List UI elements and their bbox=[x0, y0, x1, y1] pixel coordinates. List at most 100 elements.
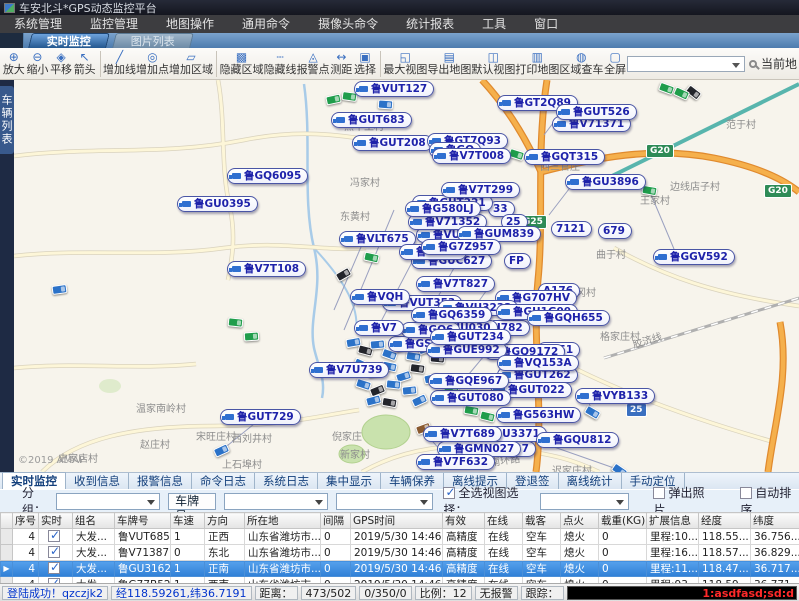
vehicle-label[interactable]: 鲁GQ6359 bbox=[411, 307, 492, 323]
vehicle-label[interactable]: 鲁GUT729 bbox=[220, 409, 301, 425]
bottom-tab[interactable]: 系统日志 bbox=[255, 473, 318, 489]
bottom-tab[interactable]: 收到信息 bbox=[66, 473, 129, 489]
vehicle-marker[interactable] bbox=[402, 385, 418, 396]
toolbar-button-max-view[interactable]: ◱最大视图 bbox=[383, 51, 427, 76]
plate-number-button[interactable]: 车牌号 bbox=[168, 493, 216, 510]
vehicle-label[interactable]: 鲁V7U739 bbox=[309, 362, 389, 378]
search-icon[interactable] bbox=[749, 60, 757, 68]
vehicle-label[interactable]: 鲁VUT127 bbox=[354, 81, 434, 97]
vehicle-label[interactable]: 鲁GUT683 bbox=[331, 112, 412, 128]
menu-item[interactable]: 摄像头命令 bbox=[304, 15, 392, 33]
menu-item[interactable]: 系统管理 bbox=[0, 15, 76, 33]
toolbar-button-zoom-in[interactable]: ⊕放大 bbox=[2, 51, 26, 76]
toolbar-button-default-view[interactable]: ◫默认视图 bbox=[471, 51, 515, 76]
column-header[interactable]: 扩展信息 bbox=[647, 513, 699, 529]
column-header[interactable]: 点火 bbox=[561, 513, 599, 529]
vehicle-label[interactable]: 鲁V7T299 bbox=[441, 182, 520, 198]
column-header[interactable]: 组名 bbox=[73, 513, 115, 529]
menu-item[interactable]: 统计报表 bbox=[392, 15, 468, 33]
bottom-tab[interactable]: 离线统计 bbox=[559, 473, 622, 489]
vehicle-label[interactable]: 7121 bbox=[551, 221, 592, 237]
bottom-tab[interactable]: 集中显示 bbox=[318, 473, 381, 489]
table-row[interactable]: 4大发...鲁V713870东北山东省潍坊市...02019/5/30 14:4… bbox=[1, 545, 799, 561]
group-select[interactable] bbox=[56, 493, 161, 510]
vehicle-label[interactable]: 鲁V7T008 bbox=[432, 148, 511, 164]
toolbar-button-zoom-out[interactable]: ⊖缩小 bbox=[26, 51, 50, 76]
column-header[interactable]: 有效 bbox=[443, 513, 485, 529]
column-header[interactable]: 在线 bbox=[485, 513, 523, 529]
toolbar-button-fullscreen[interactable]: ▢全屏 bbox=[603, 51, 627, 76]
vehicle-label[interactable]: 鲁V7T827 bbox=[416, 276, 495, 292]
plate-select-2[interactable] bbox=[336, 493, 433, 510]
toolbar-button-area-search[interactable]: ◍区域查车 bbox=[559, 51, 603, 76]
toolbar-button-arrow-cursor[interactable]: ↖箭头 bbox=[73, 51, 97, 76]
column-header[interactable]: 车牌号 bbox=[115, 513, 171, 529]
vehicle-label[interactable]: 鲁GQH655 bbox=[527, 310, 610, 326]
toolbar-button-measure-distance[interactable]: ↔测距 bbox=[330, 51, 354, 76]
vehicle-label[interactable]: 鲁GQ6095 bbox=[227, 168, 308, 184]
column-header[interactable]: 纬度 bbox=[751, 513, 799, 529]
column-header[interactable]: 间隔 bbox=[321, 513, 351, 529]
vehicle-marker[interactable] bbox=[228, 317, 244, 328]
vehicle-label[interactable]: 鲁GQT315 bbox=[524, 149, 605, 165]
menu-item[interactable]: 地图操作 bbox=[152, 15, 228, 33]
toolbar-button-hide-area[interactable]: ▩隐藏区域 bbox=[220, 51, 264, 76]
vehicle-marker[interactable] bbox=[409, 363, 425, 374]
toolbar-button-export-map[interactable]: ▤导出地图 bbox=[427, 51, 471, 76]
column-header[interactable]: 经度 bbox=[699, 513, 751, 529]
vehicle-label[interactable]: 鲁GQU812 bbox=[536, 432, 619, 448]
bottom-tab[interactable]: 报警信息 bbox=[129, 473, 192, 489]
vehicle-label[interactable]: 鲁VQ153A bbox=[497, 355, 579, 371]
column-header[interactable]: 所在地 bbox=[245, 513, 321, 529]
tab-picture-list[interactable]: 图片列表 bbox=[112, 33, 194, 48]
map-search-select[interactable] bbox=[627, 56, 745, 72]
vehicle-label[interactable]: 鲁VQH bbox=[350, 289, 410, 305]
column-header[interactable]: 实时 bbox=[39, 513, 73, 529]
menu-item[interactable]: 工具 bbox=[468, 15, 520, 33]
vehicle-label[interactable]: 鲁GUT080 bbox=[430, 390, 511, 406]
bottom-tab[interactable]: 车辆保养 bbox=[381, 473, 444, 489]
toolbar-button-add-area[interactable]: ▱增加区域 bbox=[169, 51, 213, 76]
vehicle-label[interactable]: FP bbox=[504, 253, 531, 269]
column-header[interactable]: 序号 bbox=[13, 513, 39, 529]
vehicle-marker[interactable] bbox=[386, 379, 402, 390]
column-header[interactable]: 载重(KG) bbox=[599, 513, 647, 529]
realtime-checkbox[interactable] bbox=[48, 530, 60, 542]
menu-item[interactable]: 通用命令 bbox=[228, 15, 304, 33]
vehicle-label[interactable]: 鲁GQE967 bbox=[428, 373, 509, 389]
realtime-checkbox[interactable] bbox=[48, 562, 60, 574]
toolbar-button-pan[interactable]: ◈平移 bbox=[49, 51, 73, 76]
sidebar-tab-vehicle-list[interactable]: 车辆列表 bbox=[0, 86, 14, 154]
vehicle-marker[interactable] bbox=[244, 331, 260, 341]
table-row[interactable]: 4大发...鲁VUT6851正西山东省潍坊市...02019/5/30 14:4… bbox=[1, 529, 799, 545]
vehicle-label[interactable]: 鲁GU0395 bbox=[177, 196, 258, 212]
vehicle-label[interactable]: 鲁GU3896 bbox=[565, 174, 646, 190]
column-header[interactable]: 车速 bbox=[171, 513, 205, 529]
toolbar-button-add-line[interactable]: ╱增加线 bbox=[103, 51, 136, 76]
vehicle-label[interactable]: 鲁GUT234 bbox=[430, 329, 511, 345]
vehicle-label[interactable]: 鲁VYB133 bbox=[575, 388, 655, 404]
vehicle-label[interactable]: 鲁G7Z957 bbox=[421, 239, 501, 255]
vehicle-label[interactable]: 鲁G580LJ bbox=[405, 201, 481, 217]
menu-item[interactable]: 窗口 bbox=[520, 15, 572, 33]
toolbar-button-alarm-point[interactable]: ◬报警点 bbox=[297, 51, 330, 76]
realtime-checkbox[interactable] bbox=[48, 546, 60, 558]
toolbar-button-select[interactable]: ▣选择 bbox=[353, 51, 377, 76]
map-canvas[interactable]: ©2019 AMAP 黑牛王村冯家村范于村曲于村西三官庄王家村王冈村边线店子村东… bbox=[14, 80, 799, 472]
vehicle-label[interactable]: 鲁V7T108 bbox=[227, 261, 306, 277]
bottom-tab[interactable]: 命令日志 bbox=[192, 473, 255, 489]
vehicle-label[interactable]: 鲁V7F632 bbox=[416, 454, 495, 470]
vehicle-label[interactable]: 鲁V7T689 bbox=[423, 426, 502, 442]
vehicle-label[interactable]: 鲁GUT526 bbox=[556, 104, 637, 120]
view-select[interactable] bbox=[540, 493, 630, 510]
column-header[interactable]: 方向 bbox=[205, 513, 245, 529]
vehicle-label[interactable]: 鲁GUT208 bbox=[352, 135, 433, 151]
tab-realtime-monitor[interactable]: 实时监控 bbox=[28, 33, 110, 48]
vehicle-label[interactable]: 鲁GGV592 bbox=[653, 249, 735, 265]
vehicle-label[interactable]: 鲁V7 bbox=[354, 320, 404, 336]
column-header[interactable]: GPS时间 bbox=[351, 513, 443, 529]
vehicle-label[interactable]: 鲁G563HW bbox=[496, 407, 581, 423]
toolbar-button-hide-line[interactable]: ┄隐藏线 bbox=[264, 51, 297, 76]
select-all-checkbox-box[interactable] bbox=[443, 487, 455, 499]
menu-item[interactable]: 监控管理 bbox=[76, 15, 152, 33]
